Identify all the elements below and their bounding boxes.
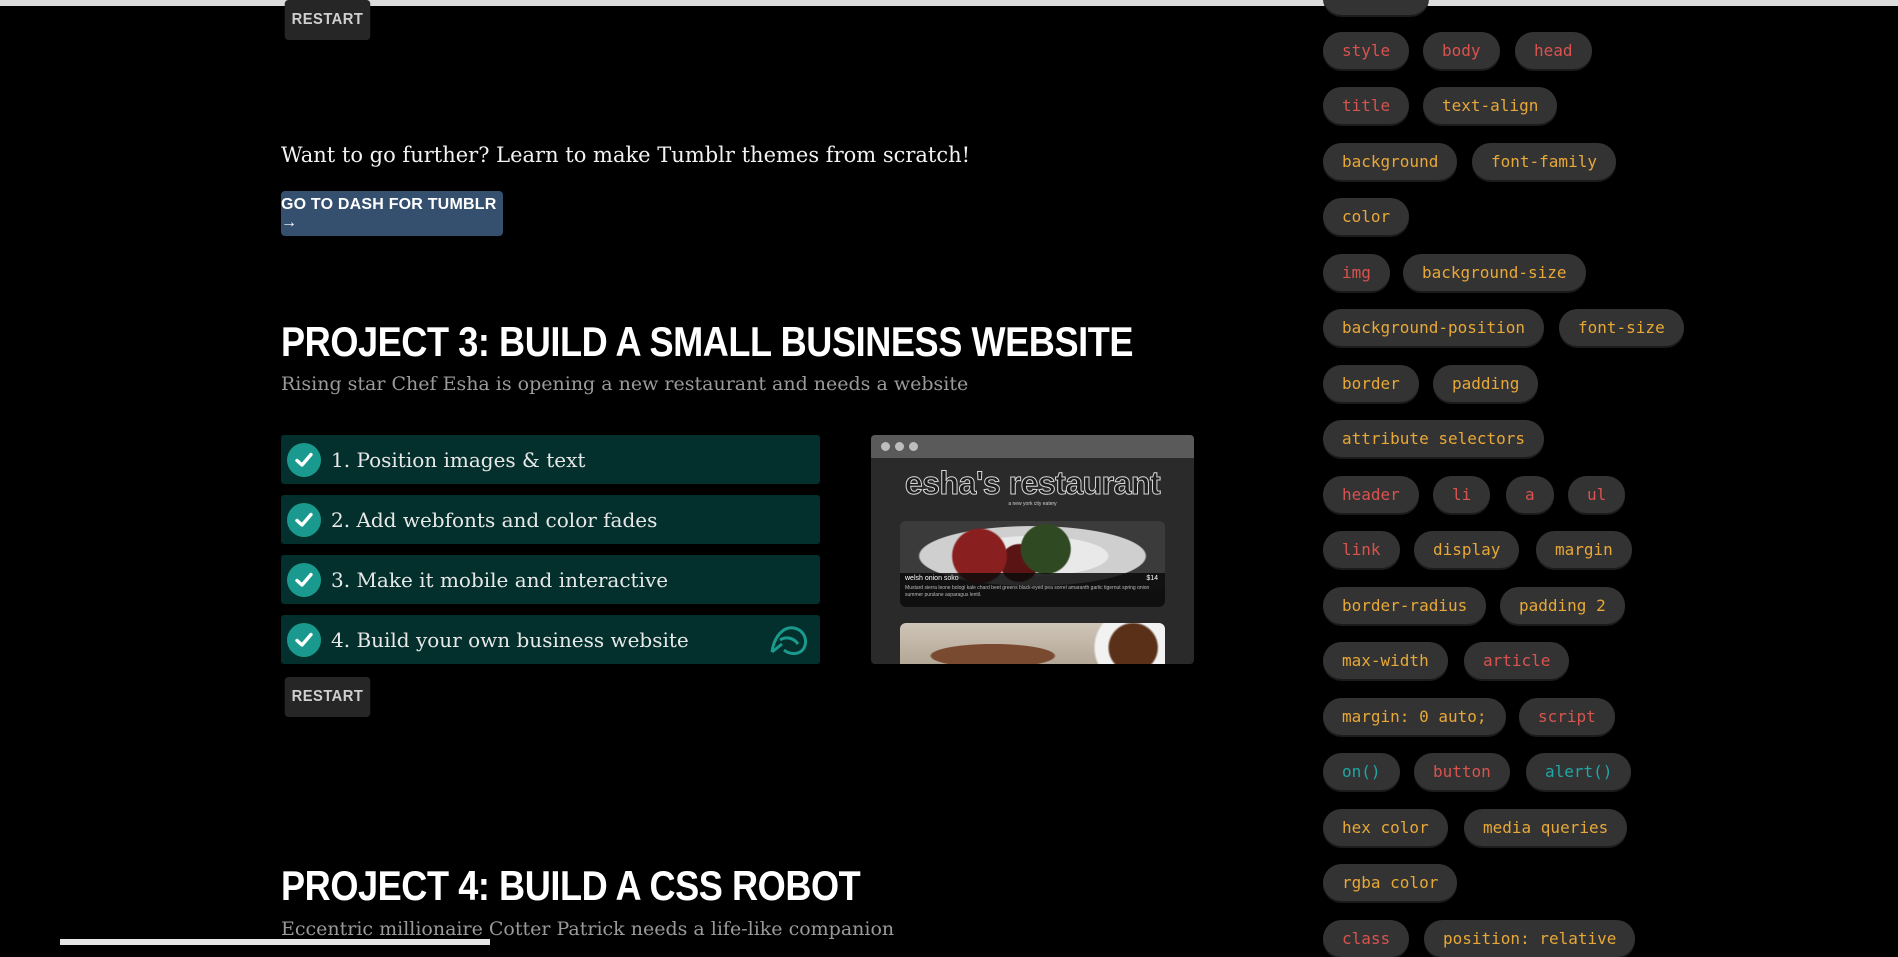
step-label: 2. Add webfonts and color fades bbox=[331, 507, 658, 532]
tag-max-width[interactable]: max-width bbox=[1323, 642, 1448, 679]
step-1[interactable]: 1. Position images & text bbox=[281, 435, 820, 484]
preview-tagline: a new york city eatery bbox=[1008, 501, 1057, 507]
tag-ul[interactable]: ul bbox=[1568, 476, 1626, 513]
go-to-dash-button[interactable]: GO TO DASH FOR TUMBLR → bbox=[281, 191, 503, 236]
project3-preview[interactable]: esha's restaurant a new york city eatery… bbox=[871, 435, 1194, 664]
tag-button[interactable]: button bbox=[1414, 753, 1510, 790]
restart-button-project3[interactable]: RESTART bbox=[284, 677, 371, 717]
tag-style[interactable]: style bbox=[1323, 32, 1410, 69]
tag-padding-2[interactable]: padding 2 bbox=[1500, 587, 1625, 624]
preview-title: esha's restaurant bbox=[904, 465, 1161, 502]
tag-on[interactable]: on() bbox=[1323, 753, 1400, 790]
window-dot bbox=[909, 442, 918, 451]
preview-window-bar bbox=[871, 435, 1194, 458]
step-4[interactable]: 4. Build your own business website bbox=[281, 615, 820, 664]
check-icon bbox=[287, 562, 321, 597]
tag-margin-auto[interactable]: margin: 0 auto; bbox=[1323, 698, 1506, 735]
tag-article[interactable]: article bbox=[1464, 642, 1570, 679]
window-dot bbox=[881, 442, 890, 451]
project4-title: PROJECT 4: BUILD A CSS ROBOT bbox=[281, 862, 861, 909]
tag-alert[interactable]: alert() bbox=[1526, 753, 1632, 790]
check-icon bbox=[287, 622, 321, 657]
tag-background-position[interactable]: background-position bbox=[1323, 309, 1545, 346]
further-text: Want to go further? Learn to make Tumblr… bbox=[281, 143, 971, 167]
step-2[interactable]: 2. Add webfonts and color fades bbox=[281, 495, 820, 544]
tag-padding[interactable]: padding bbox=[1433, 365, 1539, 402]
step-label: 1. Position images & text bbox=[331, 447, 586, 472]
tag-background-size[interactable]: background-size bbox=[1403, 254, 1586, 291]
step-label: 4. Build your own business website bbox=[331, 627, 689, 652]
tag-media-queries[interactable]: media queries bbox=[1464, 809, 1628, 846]
tag-font-family[interactable]: font-family bbox=[1472, 143, 1616, 180]
tag-text-align[interactable]: text-align bbox=[1423, 87, 1558, 124]
tag-rgba-color[interactable]: rgba color bbox=[1323, 864, 1458, 901]
tag-hex-color[interactable]: hex color bbox=[1323, 809, 1448, 846]
step-3[interactable]: 3. Make it mobile and interactive bbox=[281, 555, 820, 604]
food-name: welsh onion soko bbox=[905, 575, 959, 582]
project4-subtitle: Eccentric millionaire Cotter Patrick nee… bbox=[281, 918, 895, 940]
check-icon bbox=[287, 502, 321, 537]
tag-head[interactable]: head bbox=[1515, 32, 1592, 69]
tag-font-size[interactable]: font-size bbox=[1559, 309, 1684, 346]
tag-script[interactable]: script bbox=[1519, 698, 1615, 735]
tag-border-radius[interactable]: border-radius bbox=[1323, 587, 1487, 624]
project3-subtitle: Rising star Chef Esha is opening a new r… bbox=[281, 373, 969, 395]
restart-button-top[interactable]: RESTART bbox=[284, 0, 371, 40]
tag-li[interactable]: li bbox=[1433, 476, 1491, 513]
tag-position-relative[interactable]: position: relative bbox=[1424, 920, 1636, 957]
tag-attribute-selectors[interactable]: attribute selectors bbox=[1323, 420, 1545, 457]
tag-partial[interactable] bbox=[1323, 0, 1429, 15]
check-icon bbox=[287, 442, 321, 477]
tag-color[interactable]: color bbox=[1323, 198, 1410, 235]
tag-border[interactable]: border bbox=[1323, 365, 1419, 402]
step-label: 3. Make it mobile and interactive bbox=[331, 567, 669, 592]
project3-title: PROJECT 3: BUILD A SMALL BUSINESS WEBSIT… bbox=[281, 318, 1134, 365]
tag-a[interactable]: a bbox=[1506, 476, 1554, 513]
tag-display[interactable]: display bbox=[1414, 531, 1520, 568]
tag-class[interactable]: class bbox=[1323, 920, 1410, 957]
tag-body[interactable]: body bbox=[1423, 32, 1500, 69]
concept-tags-sidebar: style body head title text-align backgro… bbox=[1323, 0, 1823, 957]
scrollbar[interactable] bbox=[60, 939, 490, 945]
food-image bbox=[900, 623, 1165, 664]
window-dot bbox=[895, 442, 904, 451]
food-description: Mustard sierra leone bologi kale chard b… bbox=[905, 585, 1150, 598]
tag-title[interactable]: title bbox=[1323, 87, 1410, 124]
tag-link[interactable]: link bbox=[1323, 531, 1400, 568]
food-price: $14 bbox=[1146, 575, 1158, 582]
badge-icon bbox=[768, 622, 810, 662]
tag-header[interactable]: header bbox=[1323, 476, 1419, 513]
tag-background[interactable]: background bbox=[1323, 143, 1458, 180]
tag-img[interactable]: img bbox=[1323, 254, 1390, 291]
tag-margin[interactable]: margin bbox=[1536, 531, 1632, 568]
